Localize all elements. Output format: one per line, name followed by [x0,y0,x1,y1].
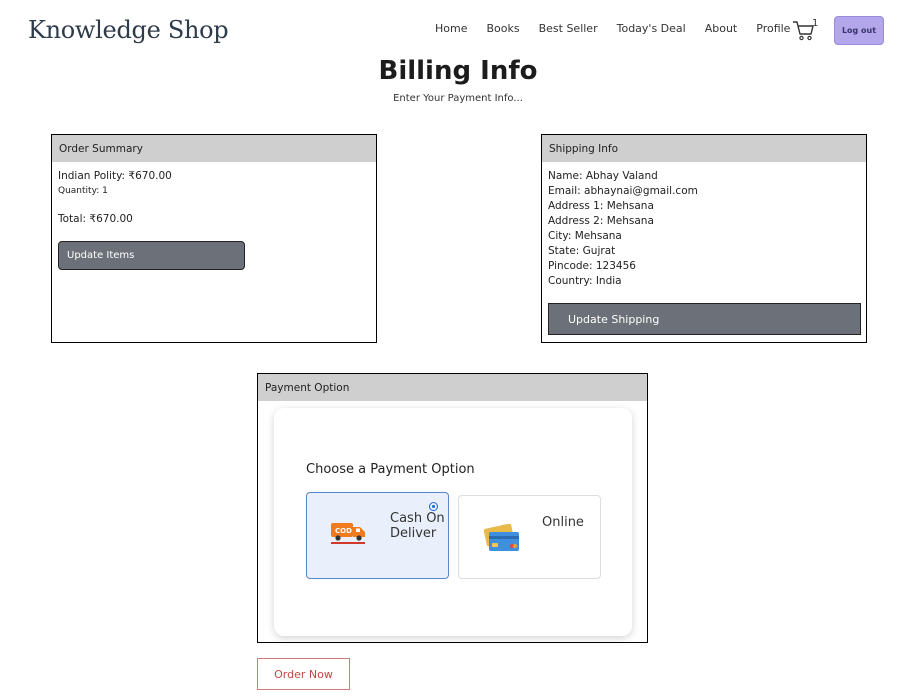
payment-option-cod-label: Cash On Deliver [390,511,445,541]
order-item: Indian Polity: ₹670.00 [58,170,172,182]
logout-button[interactable]: Log out [834,16,884,45]
nav-profile[interactable]: Profile [756,22,790,35]
selected-radio-icon [429,502,438,511]
payment-option-online-label: Online [542,515,584,530]
nav-books[interactable]: Books [486,22,519,35]
nav-best-seller[interactable]: Best Seller [539,22,598,35]
page-subtitle: Enter Your Payment Info... [393,93,523,104]
nav-home[interactable]: Home [435,22,467,35]
payment-option-heading: Payment Option [258,374,647,401]
payment-panel: Choose a Payment Option COD Cash On Deli… [274,408,632,636]
shipping-info-card: Shipping Info Name: Abhay Valand Email: … [541,134,867,343]
shipping-country: Country: India [548,275,622,287]
shipping-address2: Address 2: Mehsana [548,215,654,227]
main-nav: Home Books Best Seller Today's Deal Abou… [435,22,809,35]
payment-option-cod[interactable]: COD Cash On Deliver [306,492,449,579]
shipping-pincode: Pincode: 123456 [548,260,636,272]
cod-truck-icon: COD [329,519,369,551]
shipping-name: Name: Abhay Valand [548,170,658,182]
brand-logo[interactable]: Knowledge Shop [28,16,229,44]
credit-card-icon [481,523,523,558]
nav-about[interactable]: About [705,22,738,35]
update-shipping-button[interactable]: Update Shipping [548,303,861,335]
order-summary-card: Order Summary Indian Polity: ₹670.00 Qua… [51,134,377,343]
shipping-city: City: Mehsana [548,230,622,242]
order-quantity: Quantity: 1 [58,186,108,196]
nav-todays-deal[interactable]: Today's Deal [617,22,686,35]
payment-option-online[interactable]: Online [458,495,601,579]
shipping-info-heading: Shipping Info [542,135,866,162]
svg-text:COD: COD [335,527,352,535]
shipping-email: Email: abhaynai@gmail.com [548,185,698,197]
cart-count-badge: 1 [812,18,819,29]
page-title: Billing Info [378,56,538,86]
payment-option-card: Payment Option Choose a Payment Option C… [257,373,648,643]
shipping-state: State: Gujrat [548,245,616,257]
order-total: Total: ₹670.00 [58,213,133,225]
choose-payment-label: Choose a Payment Option [306,462,475,477]
order-summary-heading: Order Summary [52,135,376,162]
order-now-button[interactable]: Order Now [257,658,350,690]
update-items-button[interactable]: Update Items [58,241,245,270]
shipping-address1: Address 1: Mehsana [548,200,654,212]
